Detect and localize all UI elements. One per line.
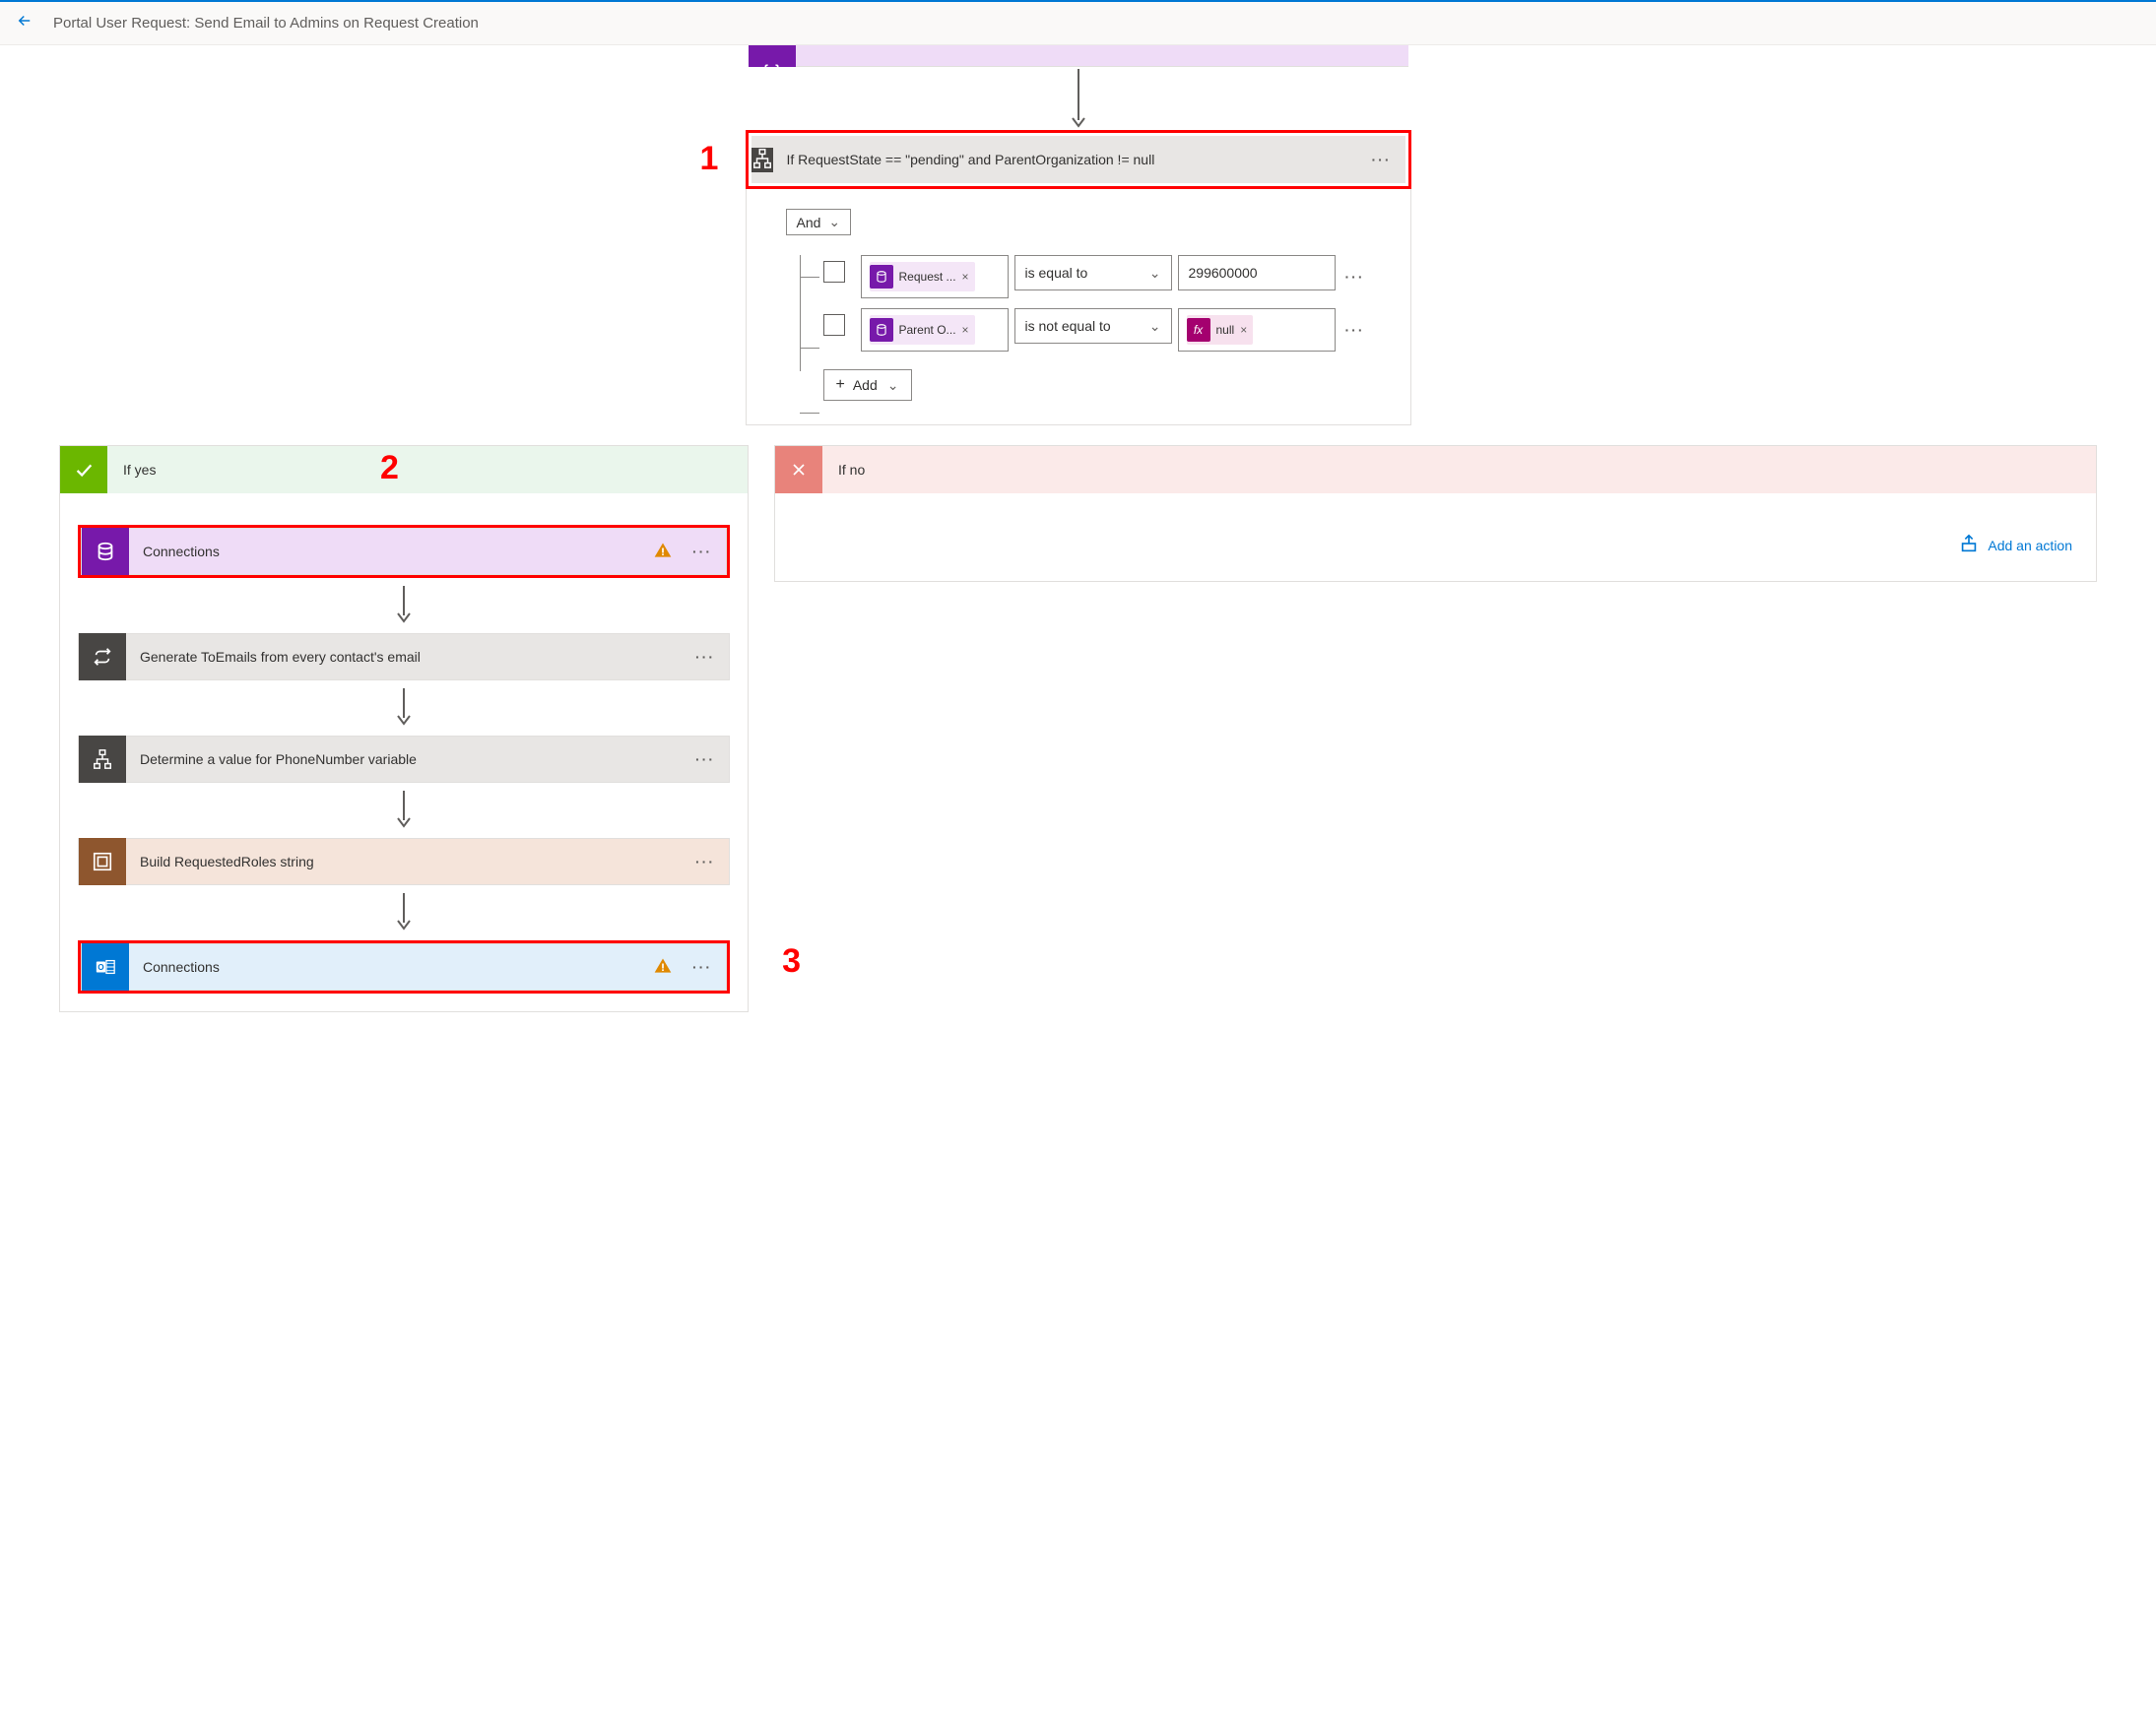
if-yes-branch: If yes 2 Connections ··· [59,445,749,1012]
row-more-button[interactable]: ··· [1345,322,1365,338]
condition-title: If RequestState == "pending" and ParentO… [773,152,1358,167]
back-arrow-icon[interactable] [16,12,33,34]
variable-icon: {x} [749,45,796,67]
token-remove-icon[interactable]: × [962,270,969,284]
arrow-down-icon [60,688,748,728]
chevron-down-icon: ⌄ [1149,265,1161,282]
action-more-button[interactable]: ··· [679,959,726,975]
chevron-down-icon: ⌄ [828,214,840,230]
condition-icon [79,736,126,783]
token-label: Request ... [899,270,956,284]
action-more-button[interactable]: ··· [679,544,726,559]
left-operand-input[interactable]: Parent O... × [861,308,1009,352]
action-title: Connections [129,959,653,975]
condition-row: Parent O... × is not equal to ⌄ [823,308,1371,352]
condition-row: Request ... × is equal to ⌄ 299600000 [823,255,1371,298]
plus-icon: + [836,376,845,394]
action-more-button[interactable]: ··· [682,751,729,767]
annotation-2: 2 [380,449,399,487]
outlook-icon: O [82,943,129,991]
build-roles-action[interactable]: Build RequestedRoles string ··· [78,838,730,885]
dataverse-icon [870,265,893,289]
row-checkbox[interactable] [823,314,845,336]
if-yes-label: If yes [107,462,156,478]
annotation-box-2: Connections ··· [78,525,730,578]
page-header: Portal User Request: Send Email to Admin… [0,2,2156,45]
chevron-down-icon: ⌄ [887,377,899,394]
arrow-down-icon [60,586,748,625]
if-yes-header: If yes 2 [60,446,748,493]
if-no-label: If no [822,462,865,478]
token-label: Parent O... [899,323,956,337]
action-more-button[interactable]: ··· [682,854,729,869]
loop-icon [79,633,126,680]
connections-action[interactable]: Connections ··· [81,528,727,575]
token-remove-icon[interactable]: × [1240,323,1247,337]
action-title: Determine a value for PhoneNumber variab… [126,751,682,767]
token-remove-icon[interactable]: × [962,323,969,337]
row-more-button[interactable]: ··· [1345,269,1365,285]
action-more-button[interactable]: ··· [682,649,729,665]
svg-text:O: O [98,963,104,972]
value-input[interactable]: fx null × [1178,308,1336,352]
condition-more-button[interactable]: ··· [1358,152,1405,167]
warning-icon [653,956,673,979]
add-action-button[interactable]: Add an action [775,493,2096,581]
action-title: Build RequestedRoles string [126,854,682,869]
row-checkbox[interactable] [823,261,845,283]
add-label: Add [853,377,878,393]
warning-icon [653,541,673,563]
check-icon [60,446,107,493]
annotation-1: 1 [700,140,719,178]
operator-dropdown[interactable]: is equal to ⌄ [1014,255,1172,290]
annotation-box-1: If RequestState == "pending" and ParentO… [746,130,1411,189]
arrow-down-icon [60,791,748,830]
add-action-label: Add an action [1988,538,2072,553]
if-no-branch: If no Add an action [774,445,2097,582]
token-label: null [1216,323,1235,337]
operator-label: is equal to [1025,265,1088,281]
arrow-down-icon [749,67,1408,130]
fx-icon: fx [1187,318,1210,342]
value-text: 299600000 [1189,265,1258,281]
dataverse-icon [82,528,129,575]
token-null[interactable]: fx null × [1187,315,1254,345]
close-icon [775,446,822,493]
annotation-3: 3 [782,942,801,981]
outlook-connections-action[interactable]: O Connections ··· [81,943,727,991]
if-no-header: If no [775,446,2096,493]
declare-variable-card[interactable]: {x} [749,45,1408,67]
operator-label: is not equal to [1025,318,1111,334]
action-title: Generate ToEmails from every contact's e… [126,649,682,665]
value-input[interactable]: 299600000 [1178,255,1336,290]
page-title: Portal User Request: Send Email to Admin… [53,15,479,32]
annotation-box-3: O Connections ··· [78,940,730,994]
condition-icon [751,148,773,172]
condition-header[interactable]: If RequestState == "pending" and ParentO… [751,136,1405,183]
logic-operator-label: And [797,215,821,230]
determine-phonenumber-action[interactable]: Determine a value for PhoneNumber variab… [78,736,730,783]
generate-emails-action[interactable]: Generate ToEmails from every contact's e… [78,633,730,680]
token-requeststate[interactable]: Request ... × [870,262,975,291]
chevron-down-icon: ⌄ [1149,318,1161,335]
left-operand-input[interactable]: Request ... × [861,255,1009,298]
condition-body: And ⌄ Request .. [746,189,1411,425]
operator-dropdown[interactable]: is not equal to ⌄ [1014,308,1172,344]
action-title: Connections [129,544,653,559]
add-action-icon [1958,533,1980,557]
arrow-down-icon [60,893,748,932]
dataverse-icon [870,318,893,342]
scope-icon [79,838,126,885]
add-condition-button[interactable]: + Add ⌄ [823,369,912,401]
logic-operator-dropdown[interactable]: And ⌄ [786,209,852,235]
token-parentorg[interactable]: Parent O... × [870,315,975,345]
